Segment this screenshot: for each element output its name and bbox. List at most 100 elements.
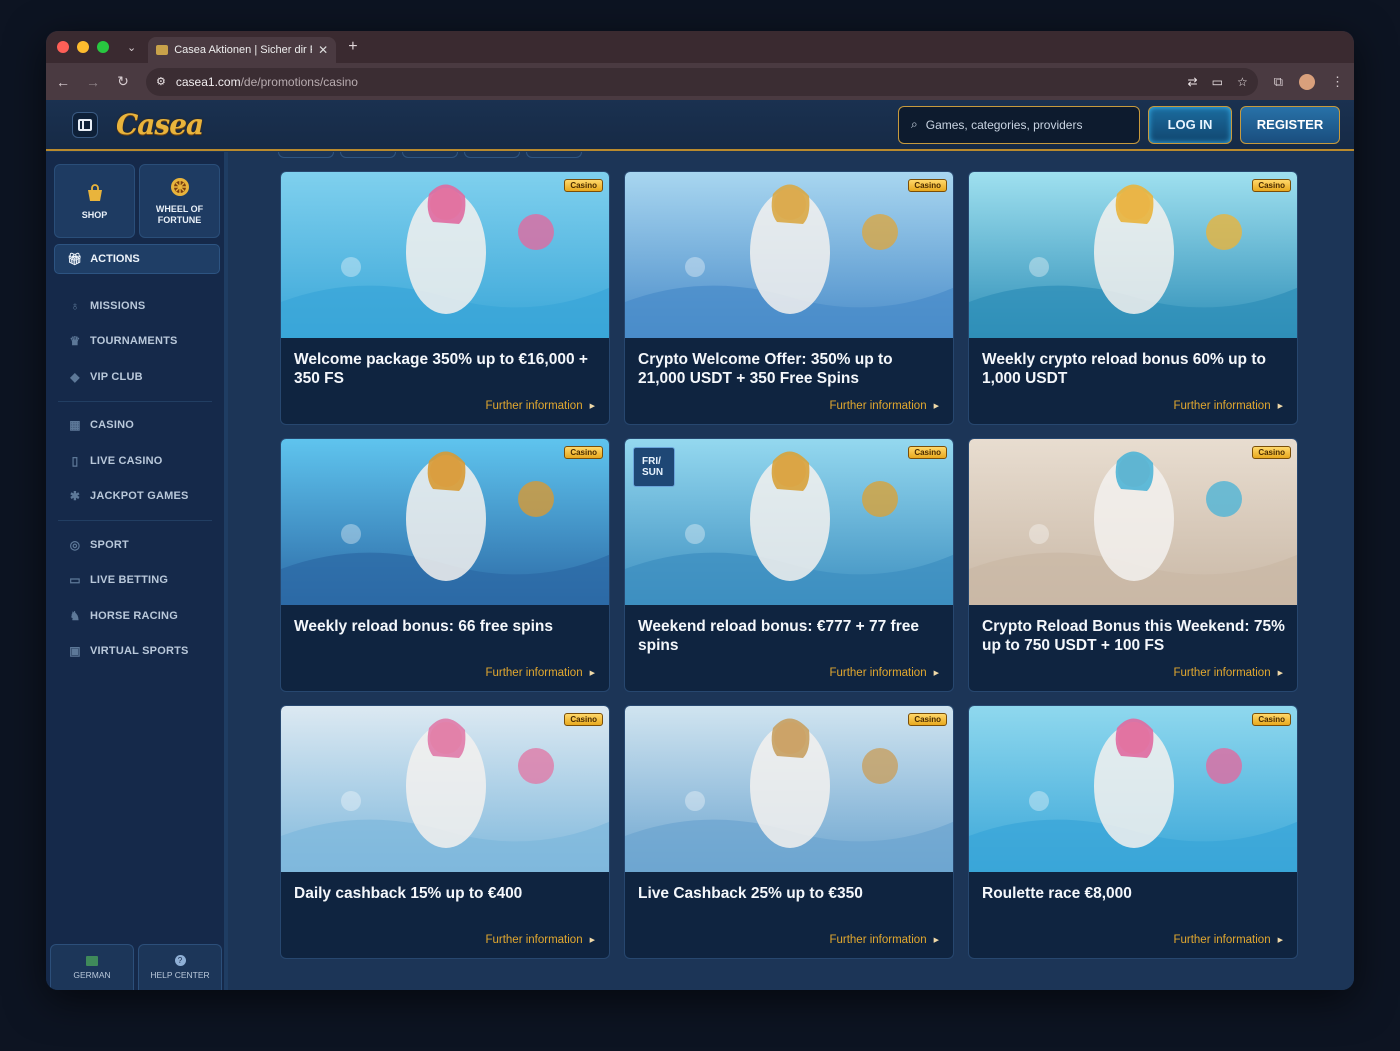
promo-card[interactable]: Casino Roulette race €8,000 Further inform… <box>968 705 1298 959</box>
sidebar-item-missions[interactable]: ♁ MISSIONS <box>46 288 224 324</box>
promo-card[interactable]: Casino Live Cashback 25% up to €350 Furthe… <box>624 705 954 959</box>
promo-title: Weekly reload bonus: 66 free spins <box>294 618 553 635</box>
category-tab[interactable] <box>526 152 582 158</box>
minimize-window-button[interactable] <box>77 41 89 53</box>
promo-title: Crypto Reload Bonus this Weekend: 75% up… <box>982 618 1285 654</box>
help-center-button[interactable]: ? HELP CENTER <box>138 944 222 990</box>
forward-icon[interactable]: → <box>86 74 100 90</box>
sidebar-item-casino[interactable]: ▦ CASINO <box>46 408 224 444</box>
sidebar-item-label: JACKPOT GAMES <box>90 490 189 503</box>
promo-card[interactable]: Casino FRI/SUN Weekend reload bonus: €777 … <box>624 438 954 692</box>
promo-card-body: Daily cashback 15% up to €400 Further inf… <box>281 872 609 958</box>
promo-card-body: Weekend reload bonus: €777 + 77 free spi… <box>625 605 953 691</box>
shop-tile[interactable]: SHOP <box>54 164 135 238</box>
sidebar-item-live-betting[interactable]: ▭ LIVE BETTING <box>46 563 224 599</box>
further-information-link[interactable]: Further information ▶ <box>829 400 939 412</box>
promo-image[interactable]: Casino <box>281 706 609 872</box>
promo-image[interactable]: Casino <box>281 172 609 338</box>
further-information-label: Further information <box>829 667 927 679</box>
wheel-of-fortune-tile[interactable]: WHEEL OF FORTUNE <box>139 164 220 238</box>
register-button[interactable]: REGISTER <box>1240 105 1340 144</box>
sidebar-item-label: VIP CLUB <box>90 370 143 383</box>
login-button[interactable]: LOG IN <box>1148 105 1232 144</box>
further-information-link[interactable]: Further information ▶ <box>829 667 939 679</box>
flag-icon <box>86 955 98 966</box>
category-tab[interactable] <box>278 152 334 158</box>
sidebar-toggle-button[interactable] <box>72 111 98 138</box>
category-badge: Casino <box>564 179 603 192</box>
sidebar-item-actions[interactable]: 🎁︎ ACTIONS <box>54 244 220 274</box>
sidebar-item-tournaments[interactable]: ♛ TOURNAMENTS <box>46 324 224 360</box>
promo-image[interactable]: Casino <box>625 172 953 338</box>
sidebar-item-live-casino[interactable]: ▯ LIVE CASINO <box>46 443 224 479</box>
category-tab[interactable] <box>340 152 396 158</box>
sidebar-item-label: LIVE BETTING <box>90 574 169 587</box>
arrow-right-icon: ▶ <box>933 937 939 944</box>
category-badge: Casino <box>1252 179 1291 192</box>
further-information-link[interactable]: Further information ▶ <box>485 667 595 679</box>
language-button[interactable]: GERMAN <box>50 944 134 990</box>
further-information-link[interactable]: Further information ▶ <box>829 934 939 946</box>
extensions-icon[interactable]: ⧉ <box>1274 74 1283 90</box>
sidebar-item-virtual-sports[interactable]: ▣ VIRTUAL SPORTS <box>46 634 224 670</box>
sidebar-item-jackpot-games[interactable]: ✱ JACKPOT GAMES <box>46 479 224 515</box>
arrow-right-icon: ▶ <box>933 670 939 677</box>
promo-card[interactable]: Casino Crypto Welcome Offer: 350% up to 2… <box>624 171 954 425</box>
arrow-right-icon: ▶ <box>933 403 939 410</box>
category-badge: Casino <box>564 446 603 459</box>
further-information-label: Further information <box>1173 667 1271 679</box>
sidebar-toggle-icon <box>78 118 92 131</box>
promo-image[interactable]: Casino <box>281 439 609 605</box>
browser-tab[interactable]: Casea Aktionen | Sicher dir F... ✕ <box>148 37 337 63</box>
sidebar-divider <box>58 520 212 521</box>
sidebar-item-horse-racing[interactable]: ♞ HORSE RACING <box>46 598 224 634</box>
reload-icon[interactable]: ↻ <box>116 73 130 90</box>
promo-image[interactable]: Casino <box>969 172 1297 338</box>
promo-image[interactable]: Casino <box>969 439 1297 605</box>
tab-close-icon[interactable]: ✕ <box>318 43 328 57</box>
gift-icon: 🎁︎ <box>67 252 83 266</box>
promo-card[interactable]: Casino Welcome package 350% up to €16,000… <box>280 171 610 425</box>
new-tab-button[interactable]: + <box>348 38 357 56</box>
casea-logo[interactable]: Casea <box>116 108 204 141</box>
promo-image[interactable]: Casino <box>969 706 1297 872</box>
sidebar-item-label: VIRTUAL SPORTS <box>90 645 189 658</box>
category-tab[interactable] <box>464 152 520 158</box>
close-window-button[interactable] <box>57 41 69 53</box>
url-host: casea1.com <box>175 74 241 89</box>
help-icon: ? <box>174 955 186 966</box>
further-information-link[interactable]: Further information ▶ <box>1173 934 1283 946</box>
browser-menu-icon[interactable]: ⋮ <box>1331 74 1344 90</box>
promo-card[interactable]: Casino Crypto Reload Bonus this Weekend: … <box>968 438 1298 692</box>
further-information-link[interactable]: Further information ▶ <box>1173 667 1283 679</box>
promo-card[interactable]: Casino Daily cashback 15% up to €400 Furth… <box>280 705 610 959</box>
site-info-icon[interactable]: ⚙ <box>156 75 166 88</box>
further-information-link[interactable]: Further information ▶ <box>485 934 595 946</box>
category-badge: Casino <box>908 713 947 726</box>
category-badge: Casino <box>564 713 603 726</box>
further-information-link[interactable]: Further information ▶ <box>485 400 595 412</box>
promo-card[interactable]: Casino Weekly crypto reload bonus 60% up … <box>968 171 1298 425</box>
bookmark-star-icon[interactable]: ☆ <box>1237 75 1248 89</box>
translate-icon[interactable]: ⇄ <box>1188 75 1198 89</box>
promo-card[interactable]: Casino Weekly reload bonus: 66 free spins… <box>280 438 610 692</box>
category-tab[interactable] <box>402 152 458 158</box>
sidebar-item-sport[interactable]: ◎ SPORT <box>46 527 224 563</box>
search-input[interactable]: ⌕ Games, categories, providers <box>898 105 1140 144</box>
sidebar-item-label: SPORT <box>90 538 129 551</box>
tab-search-chevron-icon[interactable]: ⌄ <box>127 41 136 54</box>
promo-title: Crypto Welcome Offer: 350% up to 21,000 … <box>638 351 893 387</box>
profile-avatar-icon[interactable] <box>1299 73 1315 90</box>
maximize-window-button[interactable] <box>97 41 109 53</box>
promo-title: Live Cashback 25% up to €350 <box>638 885 863 902</box>
promo-image[interactable]: Casino FRI/SUN <box>625 439 953 605</box>
back-icon[interactable]: ← <box>56 74 70 90</box>
further-information-label: Further information <box>1173 934 1271 946</box>
sidebar-item-vip-club[interactable]: ◆ VIP CLUB <box>46 359 224 395</box>
further-information-link[interactable]: Further information ▶ <box>1173 400 1283 412</box>
further-information-label: Further information <box>485 667 583 679</box>
promo-title: Welcome package 350% up to €16,000 + 350… <box>294 351 588 387</box>
promo-image[interactable]: Casino <box>625 706 953 872</box>
address-bar[interactable]: ⚙ casea1.com/de/promotions/casino ⇄ ▭ ☆ <box>146 67 1258 96</box>
install-app-icon[interactable]: ▭ <box>1212 75 1223 89</box>
